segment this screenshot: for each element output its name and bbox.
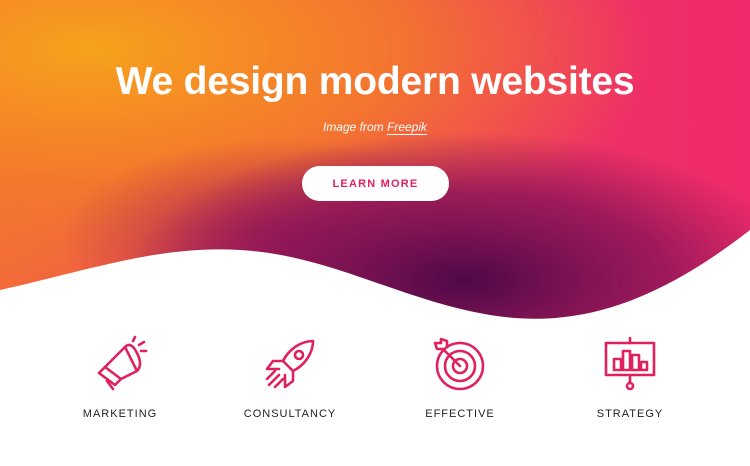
feature-strategy: STRATEGY: [555, 335, 705, 420]
feature-label: MARKETING: [82, 408, 158, 420]
feature-label: STRATEGY: [596, 408, 664, 420]
feature-effective: EFFECTIVE: [385, 335, 535, 420]
feature-consultancy: CONSULTANCY: [215, 335, 365, 420]
hero-title: We design modern websites: [115, 60, 635, 103]
feature-marketing: MARKETING: [45, 335, 195, 420]
page: We design modern websites Image from Fre…: [0, 0, 750, 466]
feature-label: CONSULTANCY: [243, 408, 337, 420]
freepik-link[interactable]: Freepik: [387, 120, 427, 134]
learn-more-button[interactable]: LEARN MORE: [302, 166, 449, 201]
megaphone-icon: [97, 335, 148, 391]
features-row: MARKETING CONSULTANCY EFFECTIVE STRATEGY: [0, 335, 750, 435]
rocket-icon: [265, 339, 315, 389]
hero-background: [0, 0, 750, 330]
feature-label: EFFECTIVE: [425, 408, 495, 420]
target-icon: [433, 337, 485, 391]
image-credit: Image from Freepik: [0, 120, 750, 134]
image-credit-prefix: Image from: [322, 120, 384, 134]
presentation-chart-icon: [604, 336, 656, 391]
